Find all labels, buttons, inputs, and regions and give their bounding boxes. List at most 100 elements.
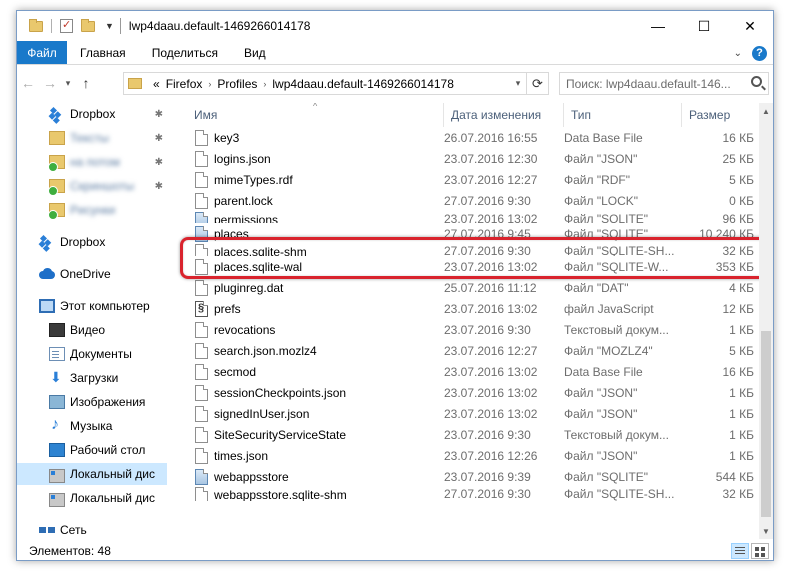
file-row[interactable]: secmod 23.07.2016 13:02 Data Base File 16 К… xyxy=(187,361,757,382)
file-date: 26.07.2016 16:55 xyxy=(444,130,538,145)
file-size: 32 КБ xyxy=(722,487,754,501)
file-date: 23.07.2016 12:27 xyxy=(444,172,538,187)
sidebar-item-3[interactable]: Скриншоты ✱ xyxy=(17,175,167,197)
column-size[interactable]: Размер xyxy=(682,103,757,127)
search-input[interactable] xyxy=(566,76,744,91)
properties-icon[interactable] xyxy=(60,18,73,33)
sidebar-item-label: Изображения xyxy=(70,395,146,409)
scroll-thumb[interactable] xyxy=(761,331,771,517)
sidebar-item-7[interactable]: Этот компьютер xyxy=(17,295,167,317)
file-type: Файл "JSON" xyxy=(564,448,638,463)
file-row[interactable]: search.json.mozlz4 23.07.2016 12:27 Файл "… xyxy=(187,340,757,361)
file-row[interactable]: webappsstore.sqlite-shm 27.07.2016 9:30 Фа… xyxy=(187,487,757,501)
file-name: webappsstore.sqlite-shm xyxy=(214,488,347,501)
file-row[interactable]: times.json 23.07.2016 12:26 Файл "JSON" 1 К… xyxy=(187,445,757,466)
file-row[interactable]: webappsstore 23.07.2016 9:39 Файл "SQLITE"… xyxy=(187,466,757,487)
file-row[interactable]: logins.json 23.07.2016 12:30 Файл "JSON" 25… xyxy=(187,148,757,169)
search-box[interactable] xyxy=(559,72,769,95)
file-row[interactable]: pluginreg.dat 25.07.2016 11:12 Файл "DAT" 4… xyxy=(187,277,757,298)
tab-view[interactable]: Вид xyxy=(231,41,279,64)
details-view-icon[interactable] xyxy=(731,543,749,559)
breadcrumb-profile-folder[interactable]: lwp4daau.default-1469266014178 xyxy=(272,77,454,91)
file-type: Файл "SQLITE-W... xyxy=(564,259,669,274)
file-size: 10 240 КБ xyxy=(699,226,754,241)
file-name-cell: times.json xyxy=(187,447,444,464)
pin-icon: ✱ xyxy=(154,132,163,144)
sidebar-item-15[interactable]: Локальный дис xyxy=(17,487,167,509)
file-name-cell: places.sqlite-shm xyxy=(187,244,444,256)
network-icon xyxy=(39,523,55,537)
file-date: 27.07.2016 9:30 xyxy=(444,193,531,208)
recent-locations-button[interactable]: ▾ xyxy=(61,78,75,89)
tab-home[interactable]: Главная xyxy=(67,41,139,64)
breadcrumb-separator-icon[interactable]: › xyxy=(208,79,211,89)
close-button[interactable]: ✕ xyxy=(727,11,773,41)
file-row[interactable]: places.sqlite-wal 23.07.2016 13:02 Файл "S… xyxy=(187,256,757,277)
file-name: pluginreg.dat xyxy=(214,280,284,295)
file-name: signedInUser.json xyxy=(214,406,310,421)
sidebar-item-13[interactable]: Рабочий стол xyxy=(17,439,167,461)
desktop-icon xyxy=(49,443,65,457)
sidebar-item-0[interactable]: Dropbox ✱ xyxy=(17,103,167,125)
back-button[interactable]: ← xyxy=(17,75,39,91)
file-type: Текстовый докум... xyxy=(564,322,669,337)
breadcrumb-separator-icon[interactable]: › xyxy=(263,79,266,89)
up-button[interactable]: ↑ xyxy=(75,75,97,91)
breadcrumb-overflow[interactable]: « xyxy=(153,77,160,91)
scroll-up-icon[interactable]: ▲ xyxy=(759,103,773,119)
column-date[interactable]: Дата изменения xyxy=(444,103,564,127)
file-row[interactable]: SiteSecurityServiceState 23.07.2016 9:30 Т… xyxy=(187,424,757,445)
folder-icon[interactable] xyxy=(29,18,43,32)
sidebar-item-8[interactable]: Видео xyxy=(17,319,167,341)
file-row[interactable]: parent.lock 27.07.2016 9:30 Файл "LOCK" 0 К… xyxy=(187,190,757,211)
sidebar-item-9[interactable]: Документы xyxy=(17,343,167,365)
file-row[interactable]: signedInUser.json 23.07.2016 13:02 Файл "J… xyxy=(187,403,757,424)
file-row[interactable]: permissions 23.07.2016 13:02 Файл "SQLITE"… xyxy=(187,212,757,223)
sidebar-item-4[interactable]: Рисунки xyxy=(17,199,167,221)
file-name-cell: SiteSecurityServiceState xyxy=(187,426,444,443)
address-bar[interactable]: « Firefox › Profiles › lwp4daau.default-… xyxy=(123,72,549,95)
file-row[interactable]: places 27.07.2016 9:45 Файл "SQLITE" 10 240… xyxy=(187,223,757,244)
breadcrumb-firefox[interactable]: Firefox xyxy=(166,77,203,91)
column-type[interactable]: Тип xyxy=(564,103,682,127)
sidebar-item-1[interactable]: Тексты ✱ xyxy=(17,127,167,149)
tab-share[interactable]: Поделиться xyxy=(139,41,231,64)
breadcrumb-profiles[interactable]: Profiles xyxy=(217,77,257,91)
file-row[interactable]: revocations 23.07.2016 9:30 Текстовый доку… xyxy=(187,319,757,340)
file-name-cell: revocations xyxy=(187,321,444,338)
expand-ribbon-chevron-icon[interactable]: ⌄ xyxy=(734,48,742,59)
file-row[interactable]: mimeTypes.rdf 23.07.2016 12:27 Файл "RDF" 5… xyxy=(187,169,757,190)
sidebar-item-label: Документы xyxy=(70,347,132,361)
file-icon xyxy=(195,129,208,146)
maximize-button[interactable]: ☐ xyxy=(681,11,727,41)
sidebar-item-10[interactable]: Загрузки xyxy=(17,367,167,389)
sidebar-item-6[interactable]: OneDrive xyxy=(17,263,167,285)
help-icon[interactable]: ? xyxy=(752,45,767,61)
file-row[interactable]: sessionCheckpoints.json 23.07.2016 13:02 Ф… xyxy=(187,382,757,403)
new-folder-icon[interactable] xyxy=(81,18,95,32)
file-type: Файл "SQLITE" xyxy=(564,212,649,223)
sidebar-item-12[interactable]: Музыка xyxy=(17,415,167,437)
file-date: 23.07.2016 12:27 xyxy=(444,343,538,358)
customize-toolbar-chevron-icon[interactable]: ▼ xyxy=(105,21,114,31)
forward-button[interactable]: → xyxy=(39,75,61,91)
scroll-down-icon[interactable]: ▼ xyxy=(759,523,773,539)
large-icons-view-icon[interactable] xyxy=(751,543,769,559)
pin-icon: ✱ xyxy=(154,156,163,168)
file-icon xyxy=(195,244,208,256)
sidebar-item-16[interactable]: Сеть xyxy=(17,519,167,539)
file-row[interactable]: places.sqlite-shm 27.07.2016 9:30 Файл "SQ… xyxy=(187,244,757,256)
file-size: 1 КБ xyxy=(729,427,754,442)
minimize-button[interactable]: — xyxy=(635,11,681,41)
sidebar-item-14[interactable]: Локальный дис xyxy=(17,463,167,485)
refresh-icon[interactable]: ⟳ xyxy=(526,73,548,94)
sidebar-item-2[interactable]: на потом ✱ xyxy=(17,151,167,173)
address-dropdown-icon[interactable]: ▾ xyxy=(510,78,526,89)
sidebar-item-5[interactable]: Dropbox xyxy=(17,231,167,253)
tab-file[interactable]: Файл xyxy=(17,41,67,64)
file-row[interactable]: key3 26.07.2016 16:55 Data Base File 16 КБ xyxy=(187,127,757,148)
vertical-scrollbar[interactable]: ▲ ▼ xyxy=(759,103,773,539)
file-name-cell: signedInUser.json xyxy=(187,405,444,422)
file-row[interactable]: prefs 23.07.2016 13:02 файл JavaScript 12 К… xyxy=(187,298,757,319)
sidebar-item-11[interactable]: Изображения xyxy=(17,391,167,413)
